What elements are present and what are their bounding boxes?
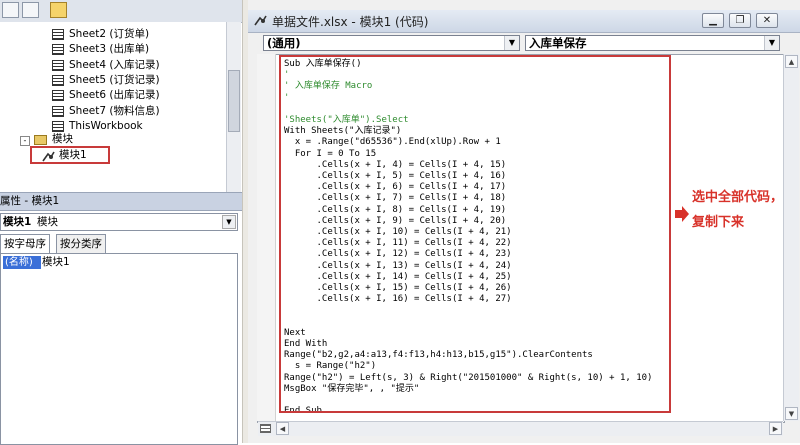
code-margin (257, 54, 276, 421)
module-icon (42, 150, 55, 162)
property-name-cell[interactable]: (名称) (3, 256, 41, 269)
chevron-down-icon[interactable]: ▼ (764, 36, 779, 50)
scroll-up-icon[interactable]: ▲ (785, 55, 798, 68)
annotation-line2: 复制下来 (692, 215, 745, 230)
module1-label: 模块1 (59, 149, 87, 161)
worksheet-icon (52, 90, 64, 102)
workbook-icon (52, 120, 64, 132)
worksheet-icon (52, 74, 64, 86)
tab-categorized[interactable]: 按分类序 (56, 234, 106, 253)
code-combo-row: (通用) ▼ 入库单保存 ▼ (248, 33, 800, 53)
scroll-left-icon[interactable]: ◀ (276, 422, 289, 435)
property-value-cell[interactable]: 模块1 (42, 256, 70, 269)
worksheet-icon (52, 59, 64, 71)
procedure-view-icon[interactable] (260, 424, 271, 433)
module-window-icon (254, 14, 267, 26)
worksheet-icon (52, 29, 64, 40)
folder-icon (34, 135, 47, 145)
worksheet-icon (52, 44, 64, 56)
view-mode-buttons[interactable] (258, 421, 275, 436)
tree-item-label: Sheet5 (订货记录) (69, 73, 160, 86)
properties-object-combo[interactable]: 模块1 模块 ▼ (0, 213, 238, 231)
minimize-button[interactable]: ▁ (702, 13, 724, 28)
procedure-combo[interactable]: 入库单保存 ▼ (525, 35, 780, 51)
right-arrow-icon (675, 206, 689, 222)
toggle-folders-icon[interactable] (50, 2, 67, 18)
close-button[interactable]: ✕ (756, 13, 778, 28)
scroll-right-icon[interactable]: ▶ (769, 422, 782, 435)
properties-tabs: 按字母序 按分类序 (0, 234, 242, 253)
code-window-title: 单据文件.xlsx - 模块1 (代码) (272, 15, 429, 29)
chevron-down-icon[interactable]: ▼ (504, 36, 519, 50)
tree-item-label: Sheet3 (出库单) (69, 43, 150, 56)
tree-item-label: ThisWorkbook (69, 119, 143, 132)
restore-button[interactable]: ❐ (729, 13, 751, 28)
project-toolbar (0, 0, 242, 23)
tree-item-label: Sheet7 (物料信息) (69, 104, 160, 117)
properties-combo-type: 模块 (37, 216, 58, 228)
modules-folder-label: 模块 (52, 133, 73, 145)
tree-item-label: Sheet2 (订货单) (69, 28, 150, 40)
properties-grid: (名称) 模块1 (0, 253, 238, 445)
view-code-icon[interactable] (2, 2, 19, 18)
procedure-combo-value: 入库单保存 (529, 36, 587, 50)
scroll-down-icon[interactable]: ▼ (785, 407, 798, 420)
annotation-text: 选中全部代码， 复制下来 (692, 185, 800, 235)
code-vertical-scrollbar[interactable]: ▲ ▼ (783, 54, 799, 421)
code-highlight-box (279, 55, 671, 413)
code-horizontal-scrollbar[interactable]: ◀ ▶ (275, 421, 783, 436)
tree-item-label: Sheet6 (出库记录) (69, 89, 160, 102)
object-combo-value: (通用) (267, 36, 301, 50)
worksheet-icon (52, 105, 64, 117)
tree-scrollbar-thumb[interactable] (228, 70, 240, 132)
object-combo[interactable]: (通用) ▼ (263, 35, 520, 51)
properties-title: 属性 - 模块1 (0, 192, 242, 211)
properties-combo-value: 模块1 (3, 216, 32, 228)
annotation-line1: 选中全部代码， (692, 190, 784, 205)
tab-alphabetic[interactable]: 按字母序 (0, 234, 50, 253)
view-object-icon[interactable] (22, 2, 39, 18)
tree-item-label: Sheet4 (入库记录) (69, 58, 160, 71)
chevron-down-icon[interactable]: ▼ (222, 215, 236, 229)
code-window-titlebar: 单据文件.xlsx - 模块1 (代码) ▁ ❐ ✕ (248, 10, 800, 33)
